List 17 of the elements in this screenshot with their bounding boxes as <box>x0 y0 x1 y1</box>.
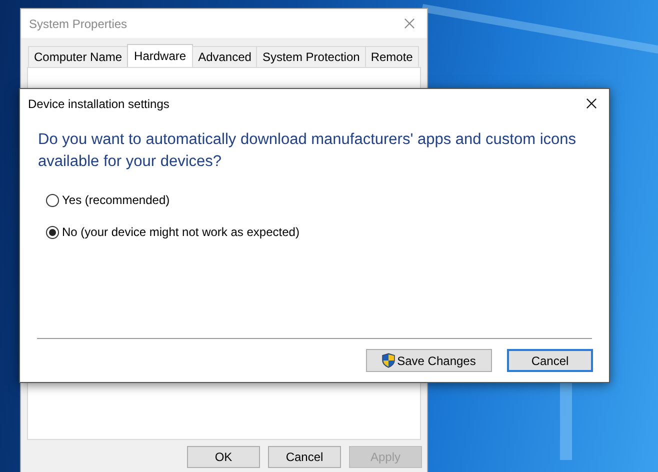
dialog-button[interactable]: OK <box>187 446 260 468</box>
tab[interactable]: Advanced <box>192 46 258 67</box>
save-changes-button[interactable]: Save Changes <box>366 349 492 372</box>
shield-icon <box>382 353 396 368</box>
radio-button[interactable] <box>46 194 59 206</box>
dialog-title: Device installation settings <box>28 96 170 110</box>
tab[interactable]: Hardware <box>127 44 194 67</box>
question-text: Do you want to automatically download manufacturers' apps and custom icons available for your devices? <box>38 130 577 172</box>
tab[interactable]: Remote <box>364 46 419 67</box>
tab[interactable]: Computer Name <box>28 46 128 67</box>
option-label[interactable]: Yes (recommended) <box>62 193 170 207</box>
cancel-button[interactable]: Cancel <box>507 349 593 372</box>
radio-button[interactable] <box>46 226 59 238</box>
dialog-button[interactable]: Cancel <box>268 446 341 468</box>
window-title: System Properties <box>29 16 128 30</box>
close-icon[interactable] <box>586 98 597 109</box>
option-label[interactable]: No (your device might not work as expected) <box>62 225 300 239</box>
